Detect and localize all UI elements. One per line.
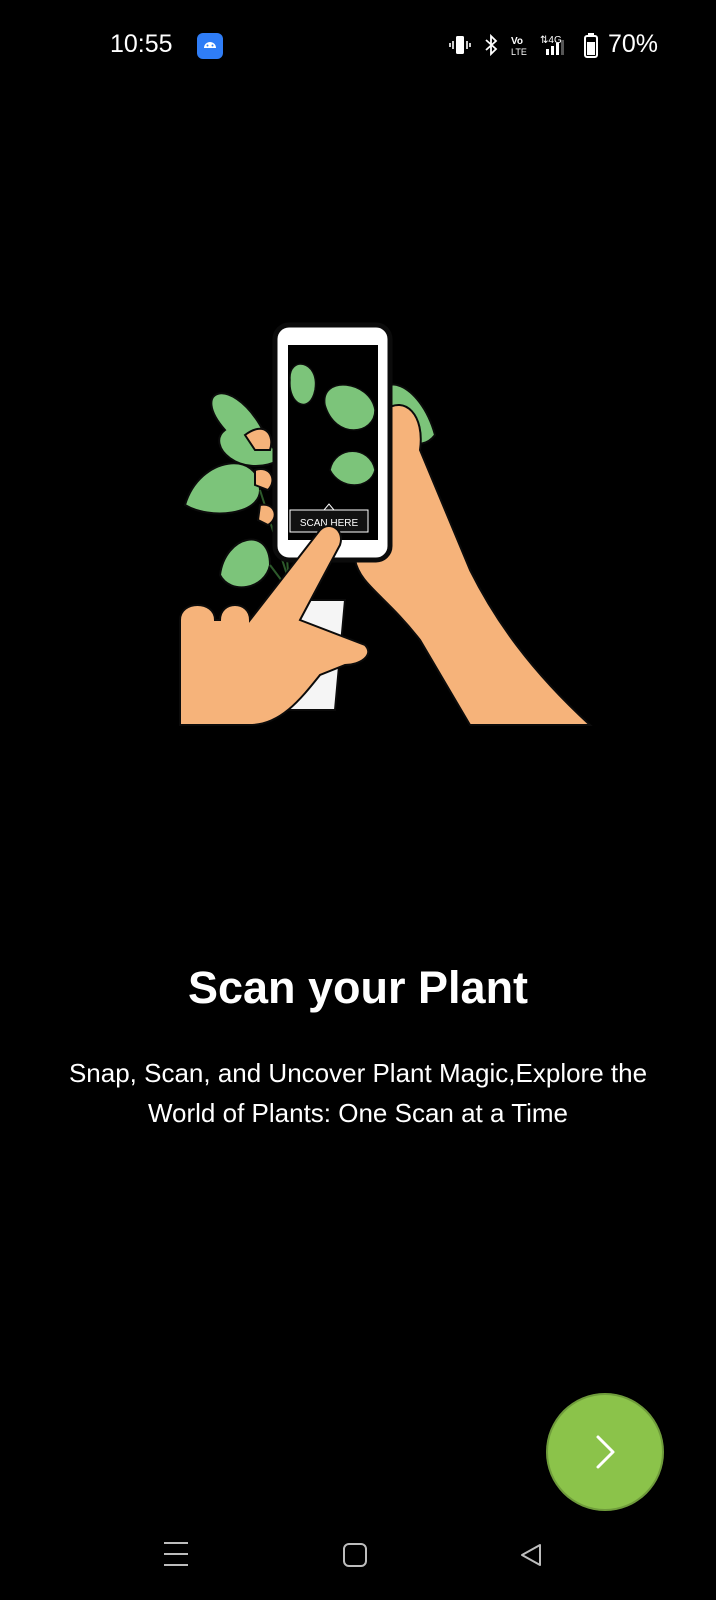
home-icon[interactable] <box>342 1542 368 1568</box>
navigation-bar <box>0 1518 716 1600</box>
next-button[interactable] <box>546 1393 664 1511</box>
chevron-right-icon <box>588 1429 622 1475</box>
svg-text:LTE: LTE <box>511 47 527 57</box>
status-time: 10:55 <box>110 30 173 58</box>
battery-icon <box>583 32 598 58</box>
scan-plant-illustration: SCAN HERE <box>170 320 610 750</box>
vibrate-icon <box>448 33 472 57</box>
back-icon[interactable] <box>518 1542 544 1568</box>
svg-text:Vo: Vo <box>511 36 523 47</box>
bluetooth-icon <box>482 33 500 57</box>
battery-percentage: 70% <box>607 30 658 58</box>
onboarding-title: Scan your Plant <box>187 962 529 1013</box>
4g-signal-icon: ⇅4G <box>538 33 574 57</box>
android-notification-icon <box>197 33 223 59</box>
volte-icon: Vo LTE <box>510 33 528 57</box>
status-bar: 10:55 Vo LTE ⇅4G 70% <box>0 0 716 90</box>
status-icons: Vo LTE ⇅4G 70% <box>448 30 658 59</box>
menu-icon[interactable] <box>163 1540 189 1568</box>
onboarding-subtitle: Snap, Scan, and Uncover Plant Magic,Expl… <box>68 1058 648 1128</box>
